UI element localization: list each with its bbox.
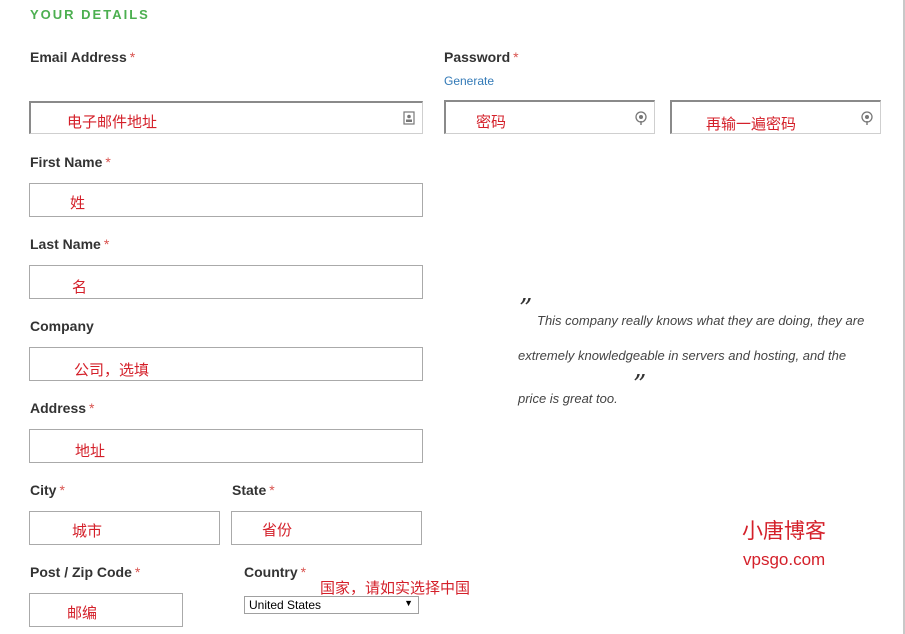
- required-marker: *: [89, 400, 95, 416]
- password-confirm-field[interactable]: 再输一遍密码: [670, 100, 881, 134]
- postcode-label: Post / Zip Code *: [30, 564, 140, 580]
- company-field[interactable]: 公司，选填: [29, 347, 423, 381]
- first-name-label: First Name *: [30, 154, 111, 170]
- testimonial-line-3: price is great too.: [518, 391, 618, 406]
- first-name-annotation: 姓: [70, 195, 86, 212]
- city-annotation: 城市: [72, 523, 103, 540]
- country-label: Country *: [244, 564, 306, 580]
- password-annotation: 密码: [476, 114, 507, 131]
- first-name-field[interactable]: 姓: [29, 183, 423, 217]
- last-name-field[interactable]: 名: [29, 265, 423, 299]
- email-label: Email Address *: [30, 49, 135, 65]
- country-annotation: 国家，请如实选择中国: [320, 580, 471, 597]
- section-title: YOUR DETAILS: [30, 7, 150, 22]
- company-label-text: Company: [30, 318, 94, 334]
- dropdown-arrow-icon: ▼: [404, 598, 413, 608]
- key-icon: [861, 110, 873, 125]
- country-label-text: Country: [244, 564, 298, 580]
- testimonial-line-1: This company really knows what they are …: [537, 313, 865, 328]
- generate-password-link[interactable]: Generate: [444, 74, 494, 88]
- address-field[interactable]: 地址: [29, 429, 423, 463]
- open-quote-icon: ”: [519, 294, 533, 324]
- last-name-label: Last Name *: [30, 236, 109, 252]
- email-annotation: 电子邮件地址: [67, 114, 158, 131]
- email-field[interactable]: 电子邮件地址: [29, 101, 423, 134]
- state-field[interactable]: 省份: [231, 511, 422, 545]
- state-annotation: 省份: [262, 522, 293, 539]
- required-marker: *: [105, 154, 111, 170]
- company-label: Company: [30, 318, 94, 334]
- country-select[interactable]: United States ▼: [244, 596, 419, 614]
- state-label-text: State: [232, 482, 267, 498]
- watermark-name: 小唐博客: [742, 520, 826, 543]
- required-marker: *: [129, 49, 136, 65]
- address-label: Address *: [30, 400, 94, 416]
- postcode-annotation: 邮编: [67, 605, 98, 622]
- contact-card-icon: [403, 111, 415, 125]
- address-label-text: Address: [30, 400, 87, 416]
- key-icon: [635, 110, 647, 125]
- postcode-field[interactable]: 邮编: [29, 593, 183, 627]
- last-name-label-text: Last Name: [30, 236, 101, 252]
- address-annotation: 地址: [75, 443, 106, 460]
- required-marker: *: [103, 236, 110, 252]
- last-name-annotation: 名: [72, 279, 88, 296]
- required-marker: *: [300, 564, 307, 580]
- email-label-text: Email Address: [30, 49, 127, 65]
- state-label: State *: [232, 482, 275, 498]
- company-annotation: 公司，选填: [74, 362, 150, 379]
- country-selected-value: United States: [249, 598, 322, 612]
- close-quote-icon: ”: [633, 370, 647, 400]
- city-label: City *: [30, 482, 65, 498]
- password-confirm-annotation: 再输一遍密码: [706, 116, 797, 133]
- postcode-label-text: Post / Zip Code: [30, 564, 132, 580]
- first-name-label-text: First Name: [30, 154, 103, 170]
- password-label-text: Password: [444, 49, 511, 65]
- watermark-url: vpsgo.com: [743, 550, 826, 569]
- city-label-text: City: [30, 482, 57, 498]
- required-marker: *: [134, 564, 141, 580]
- password-label: Password *: [444, 49, 519, 65]
- city-field[interactable]: 城市: [29, 511, 220, 545]
- required-marker: *: [59, 482, 65, 498]
- testimonial-line-2: extremely knowledgeable in servers and h…: [518, 348, 847, 363]
- required-marker: *: [513, 49, 519, 65]
- password-field[interactable]: 密码: [444, 100, 655, 134]
- required-marker: *: [269, 482, 275, 498]
